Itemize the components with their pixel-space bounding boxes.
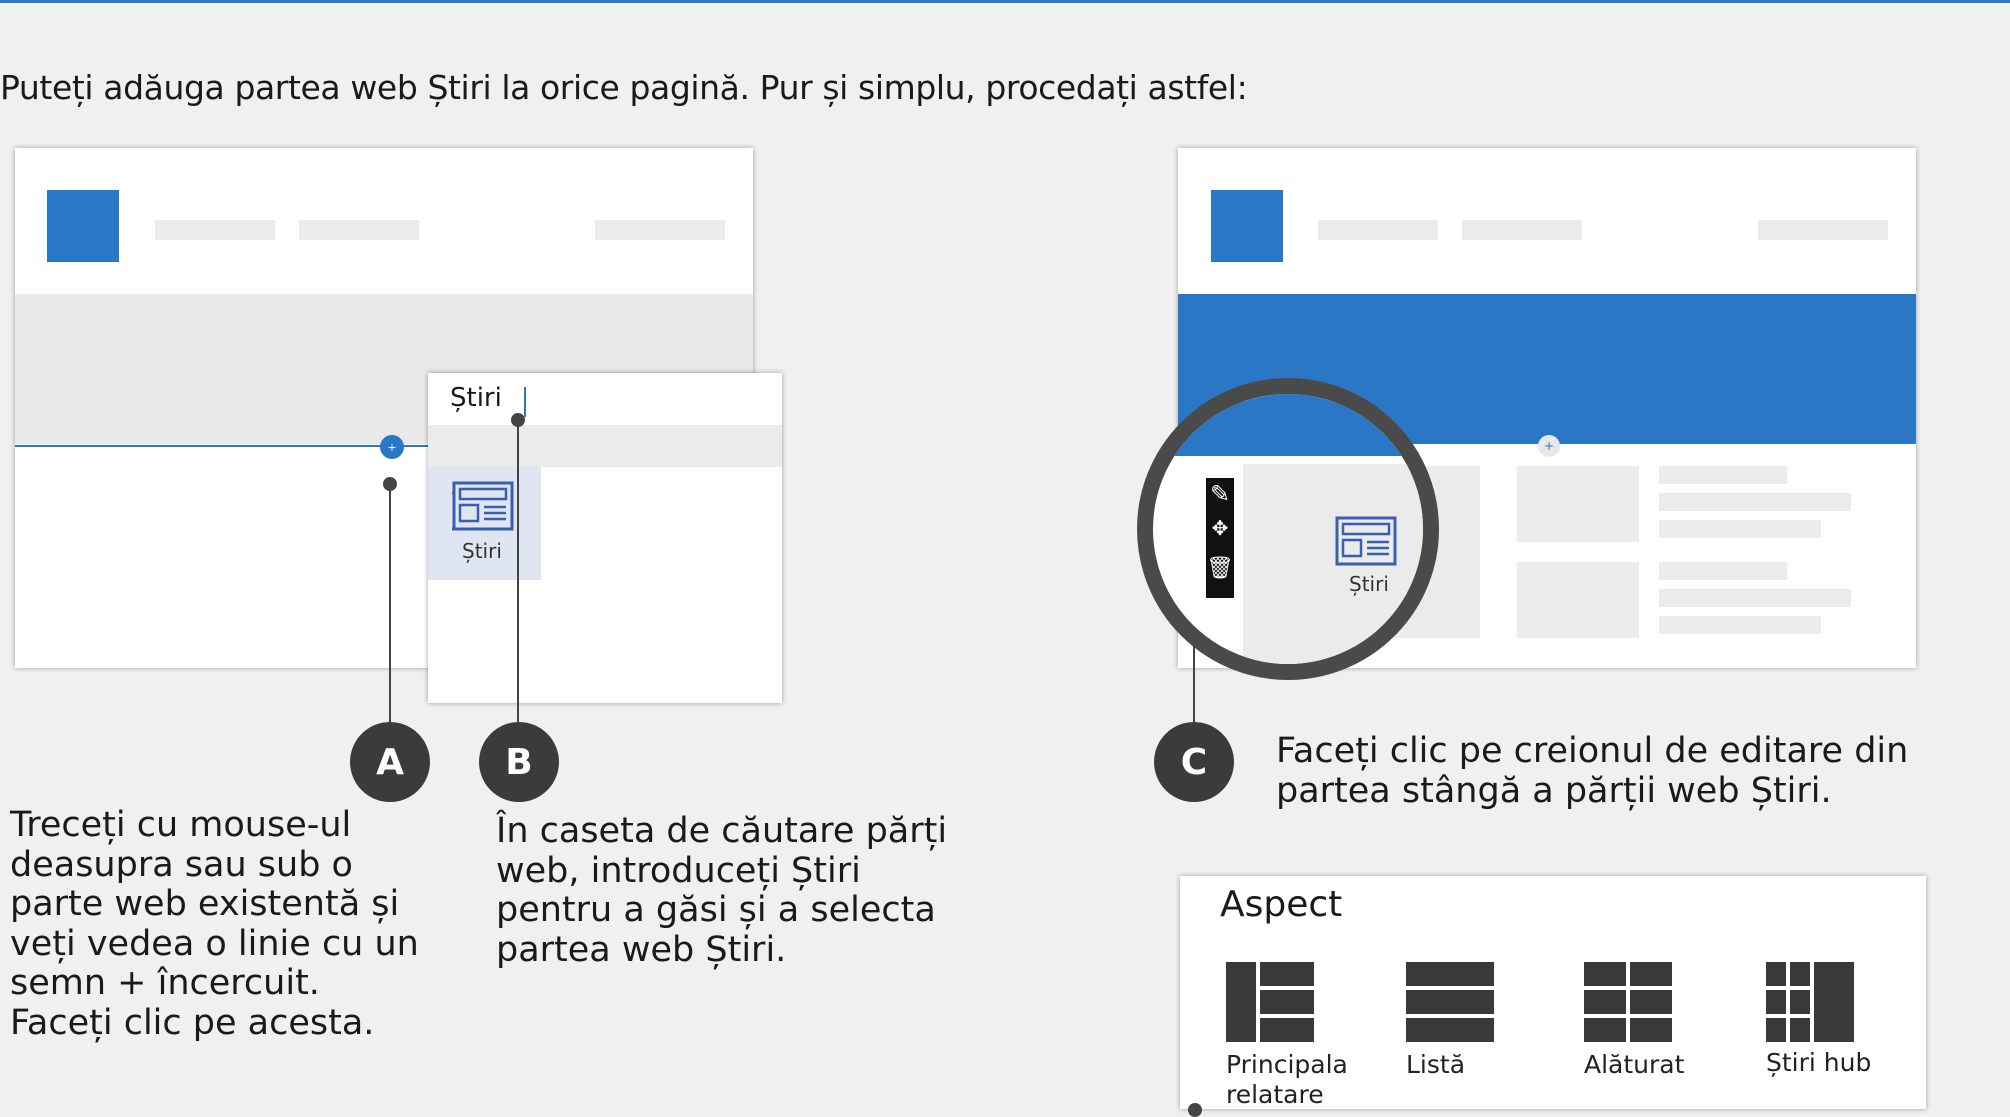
layout-option-label: Știri hub <box>1766 1048 1872 1077</box>
results-divider-band <box>428 425 782 467</box>
layout-option-hub-news[interactable]: Știri hub <box>1766 962 1906 1082</box>
site-logo <box>47 190 119 262</box>
top-accent-line <box>0 0 2010 3</box>
text-placeholder <box>1659 520 1821 538</box>
news-icon <box>1335 516 1397 566</box>
callout-b-letter: B <box>505 741 533 783</box>
layout-option-label: Listă <box>1406 1050 1466 1079</box>
trash-icon[interactable]: 🗑 <box>1206 556 1234 581</box>
plus-icon: + <box>387 440 397 454</box>
search-result-news[interactable]: Știri <box>428 467 541 580</box>
step-b-text: În caseta de căutare părți web, introduc… <box>496 811 948 970</box>
layout-option-side-by-side[interactable]: Alăturat <box>1584 962 1714 1082</box>
side-by-side-layout-icon <box>1584 962 1672 1042</box>
news-thumbnail <box>1517 466 1639 542</box>
callout-c-letter: C <box>1180 741 1208 783</box>
plus-icon: + <box>1543 439 1555 453</box>
nav-placeholder <box>595 220 725 240</box>
callout-a-badge: A <box>350 722 430 802</box>
text-placeholder <box>1659 466 1787 484</box>
step-c-text: Faceți clic pe creionul de editare din p… <box>1276 731 1909 811</box>
text-placeholder <box>1659 562 1787 580</box>
layout-option-top-story[interactable]: Principala relatare <box>1226 962 1356 1109</box>
magnified-webpart-label: Știri <box>1349 572 1389 596</box>
callout-d-anchor <box>1188 1103 1202 1117</box>
callout-c-badge: C <box>1154 722 1234 802</box>
edit-toolbar: ✎ ✥ 🗑 <box>1206 478 1234 598</box>
pencil-icon[interactable]: ✎ <box>1206 480 1234 508</box>
text-placeholder <box>1659 493 1851 511</box>
top-story-layout-icon <box>1226 962 1314 1042</box>
news-icon <box>452 481 514 531</box>
webpart-search-panel: Știri Știri <box>428 373 782 703</box>
magnified-hero <box>1153 394 1423 456</box>
callout-a-letter: A <box>376 741 404 783</box>
news-thumbnail <box>1517 562 1639 638</box>
search-result-label: Știri <box>462 539 502 563</box>
layout-option-label: Alăturat <box>1584 1050 1685 1079</box>
nav-placeholder <box>155 220 275 240</box>
text-placeholder <box>1659 616 1821 634</box>
text-cursor <box>524 387 526 417</box>
search-query-text: Știri <box>450 383 502 413</box>
hub-news-layout-icon <box>1766 962 1854 1042</box>
nav-placeholder <box>1758 220 1888 240</box>
nav-placeholder <box>1318 220 1438 240</box>
nav-placeholder <box>299 220 419 240</box>
aspect-panel: Aspect Principala relatare Listă Alătura… <box>1180 876 1926 1109</box>
aspect-title: Aspect <box>1220 884 1343 925</box>
callout-a-line <box>389 484 391 722</box>
layout-option-list[interactable]: Listă <box>1406 962 1536 1082</box>
list-layout-icon <box>1406 962 1494 1042</box>
magnifier-lens: ✎ ✥ 🗑 Știri <box>1137 378 1439 680</box>
callout-c-line <box>1193 640 1195 724</box>
callout-b-badge: B <box>479 722 559 802</box>
nav-placeholder <box>1462 220 1582 240</box>
move-icon[interactable]: ✥ <box>1206 516 1234 540</box>
site-logo <box>1211 190 1283 262</box>
layout-option-label: Principala relatare <box>1226 1050 1348 1109</box>
add-section-button[interactable]: + <box>1538 435 1560 457</box>
step-a-text: Treceți cu mouse-ul deasupra sau sub o p… <box>10 805 419 1043</box>
callout-b-line <box>517 420 519 722</box>
text-placeholder <box>1659 589 1851 607</box>
intro-text: Puteți adăuga partea web Știri la orice … <box>0 68 1248 107</box>
add-webpart-button[interactable]: + <box>380 435 404 459</box>
search-input[interactable]: Știri <box>428 373 782 423</box>
